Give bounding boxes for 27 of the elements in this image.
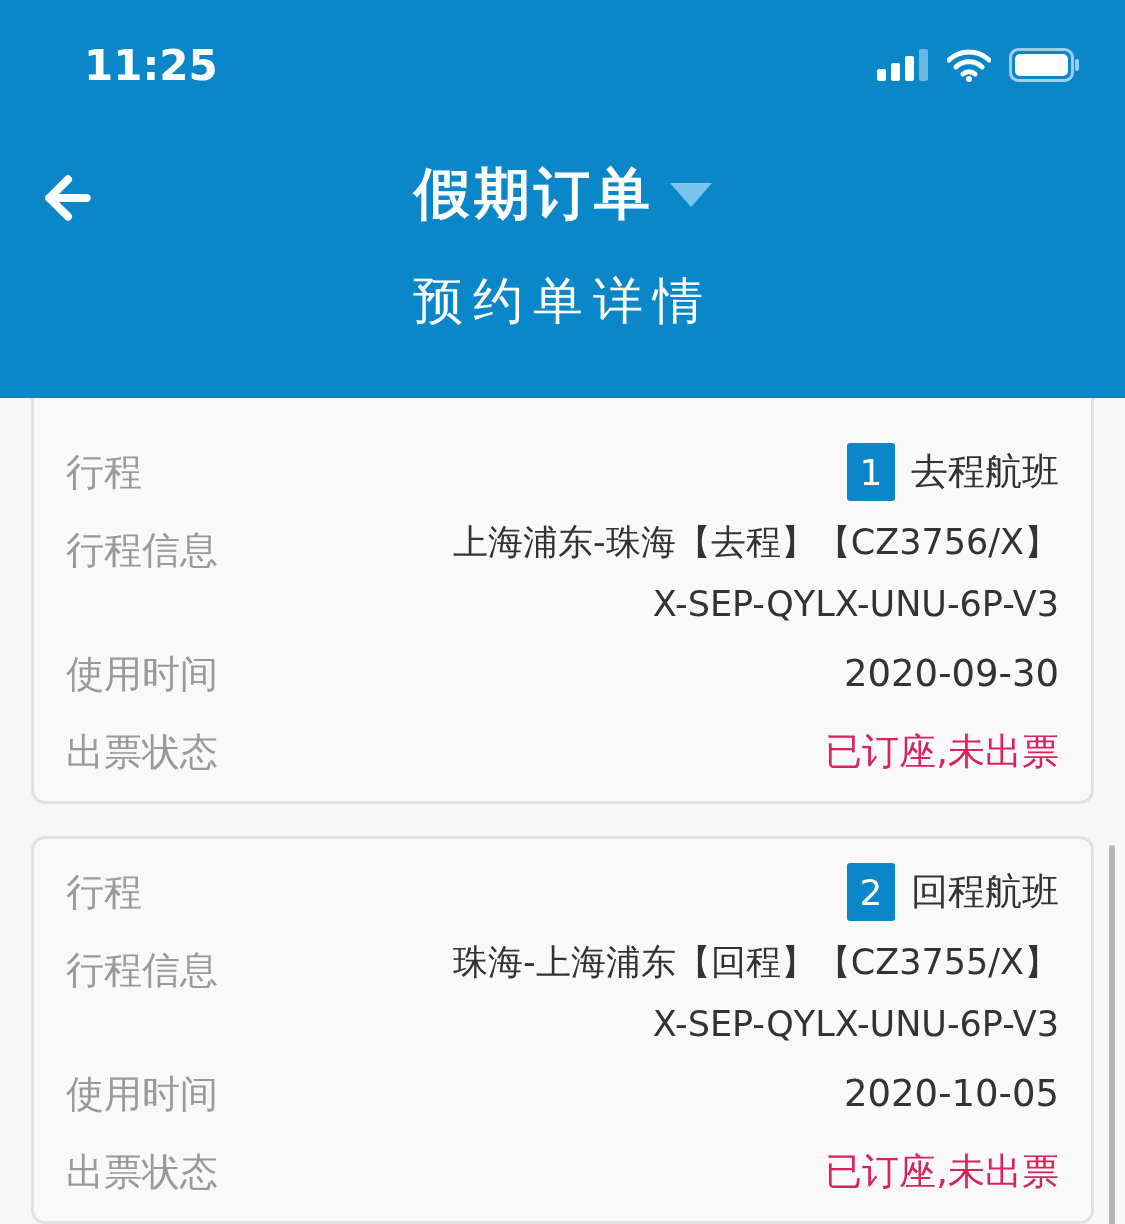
page-subtitle: 预约单详情: [411, 271, 714, 332]
number-badge: 2: [847, 863, 895, 921]
page-title[interactable]: 假期订单: [413, 157, 654, 233]
field-value: 上海浦东-珠海【去程】【CZ3756/X】: [453, 521, 1059, 564]
field-label: 行程: [66, 449, 143, 496]
field-value: 2020-10-05: [843, 1071, 1059, 1117]
field-label: 使用时间: [66, 651, 219, 698]
field-label: 出票状态: [66, 1149, 219, 1196]
field-label: 使用时间: [66, 1071, 219, 1118]
field-value: 回程航班: [911, 869, 1059, 915]
ticket-status: 已订座,未出票: [825, 1149, 1059, 1195]
field-value: X-SEP-QYLX-UNU-6P-V3: [652, 1003, 1059, 1046]
signal-icon: [877, 49, 929, 81]
field-value: 去程航班: [911, 449, 1059, 495]
field-label: 行程信息: [66, 527, 219, 574]
wifi-icon: [947, 48, 991, 82]
field-value: X-SEP-QYLX-UNU-6P-V3: [652, 583, 1059, 626]
dropdown-caret-icon[interactable]: [669, 183, 712, 207]
field-label: 行程: [66, 869, 143, 916]
battery-icon: [1009, 48, 1081, 82]
ticket-status: 已订座,未出票: [825, 729, 1059, 775]
field-value: 2020-09-30: [843, 651, 1059, 697]
status-time: 11:25: [84, 40, 218, 90]
field-label: 行程信息: [66, 947, 219, 994]
field-label: 出票状态: [66, 729, 219, 776]
field-value: 珠海-上海浦东【回程】【CZ3755/X】: [453, 941, 1059, 984]
number-badge: 1: [847, 443, 895, 501]
